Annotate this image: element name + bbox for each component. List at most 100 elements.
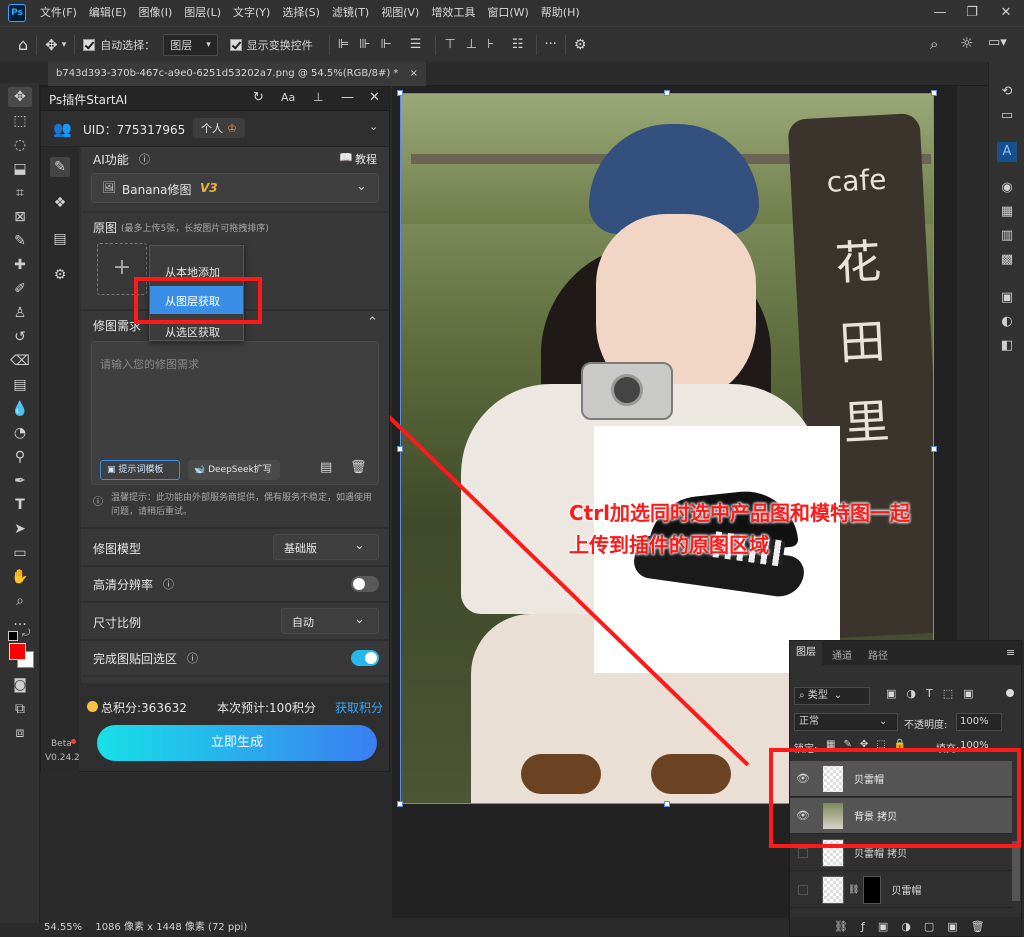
scroll-fade xyxy=(81,677,389,683)
layer-filter-icons[interactable]: ▣◑T⬚▣ xyxy=(886,687,984,700)
right-icon-bar: ⟲ ▭ A ◉ ▦ ▥ ▩ ▣ ◐ ◧ xyxy=(988,62,1024,640)
patterns-icon[interactable]: ▩ xyxy=(997,250,1017,270)
opacity-input[interactable]: 100% xyxy=(956,713,1002,731)
filter-toggle-icon[interactable] xyxy=(1006,689,1014,697)
generate-button[interactable]: 立即生成 xyxy=(97,725,377,761)
history-doc-icon[interactable]: ▤ xyxy=(320,460,332,475)
zoom-level[interactable]: 54.55% xyxy=(44,922,82,933)
paste-back-toggle[interactable] xyxy=(351,650,379,666)
color-icon[interactable]: ◉ xyxy=(997,178,1017,198)
blend-mode-dropdown[interactable]: 正常 ⌄ xyxy=(794,713,898,731)
model-dropdown[interactable]: 基础版 ⌄ xyxy=(273,534,379,560)
layers-footer-icons[interactable]: ⛓ƒ▣◑▢▣🗑 xyxy=(790,917,1021,936)
ratio-label: 尺寸比例 xyxy=(93,616,142,630)
layer-row[interactable]: ⛓ 贝雷帽 xyxy=(790,872,1012,908)
swatches-icon[interactable]: ▦ xyxy=(997,202,1017,222)
layers-stack-icon[interactable]: ❖ xyxy=(50,193,70,213)
menu-item-selection[interactable]: 从选区获取 xyxy=(165,324,220,340)
paste-back-label: 完成图贴回选区 xyxy=(93,652,178,666)
model-value: 基础版 xyxy=(284,542,317,555)
layers-scrollbar[interactable] xyxy=(1012,841,1020,901)
libraries-icon[interactable]: ▣ xyxy=(997,288,1017,308)
hd-toggle[interactable] xyxy=(351,576,379,592)
uid-label: UID：775317965 xyxy=(83,123,186,137)
beta-label: Beta xyxy=(51,739,72,749)
requirement-section: 修图需求 ⌃ 请输入您的修图需求 ▣ 提示词模板 🐋 DeepSeek扩写 ▤ … xyxy=(81,311,389,527)
clipboard-icon[interactable]: ▤ xyxy=(50,229,70,249)
document-dimensions: 1086 像素 x 1448 像素 (72 ppi) xyxy=(95,922,248,933)
version-label: V0.24.2 xyxy=(45,753,80,763)
ratio-dropdown[interactable]: 自动 ⌄ xyxy=(281,608,379,634)
ai-function-section: AI功能 ⓘ 📖 教程 🖼 Banana修图 V3 ⌄ xyxy=(81,147,389,211)
user-badge-label: 个人 xyxy=(201,122,223,135)
deepseek-button[interactable]: 🐋 DeepSeek扩写 xyxy=(188,460,280,480)
info-icon[interactable]: ⓘ xyxy=(187,650,198,666)
crown-icon: ♔ xyxy=(227,122,237,135)
source-label: 原图 xyxy=(93,221,118,235)
minimize-panel-icon[interactable]: — xyxy=(341,90,354,105)
ratio-value: 自动 xyxy=(292,616,314,629)
ratio-row: 尺寸比例 自动 ⌄ xyxy=(81,603,389,639)
user-row: 👥 UID：775317965 个人 ♔ ⌄ xyxy=(41,111,389,147)
panel-menu-icon[interactable]: ≡ xyxy=(1006,646,1015,659)
pin-icon[interactable]: ⊥ xyxy=(313,90,323,104)
ai-function-label: AI功能 xyxy=(93,153,129,167)
function-dropdown[interactable]: 🖼 Banana修图 V3 ⌄ xyxy=(91,173,379,203)
highlight-box xyxy=(134,277,262,324)
properties-icon[interactable]: ◧ xyxy=(997,336,1017,356)
function-value: Banana修图 xyxy=(122,183,192,197)
visibility-box[interactable] xyxy=(798,884,808,895)
function-version: V3 xyxy=(200,181,218,195)
prompt-template-button[interactable]: ▣ 提示词模板 xyxy=(100,460,180,480)
info-icon[interactable]: ⓘ xyxy=(163,576,174,592)
info-icon[interactable]: ⓘ xyxy=(139,151,150,167)
hd-row: 高清分辨率 ⓘ xyxy=(81,567,389,601)
plugin-title: Ps插件StartAI xyxy=(49,93,128,107)
user-badge[interactable]: 个人 ♔ xyxy=(193,118,245,138)
settings-gear-icon[interactable]: ⚙ xyxy=(50,265,70,285)
adjustments-icon[interactable]: ◐ xyxy=(997,312,1017,332)
layer-name: 贝雷帽 xyxy=(891,886,922,897)
coin-icon xyxy=(87,701,98,712)
highlight-box xyxy=(769,748,1021,848)
chevron-down-icon: ⌄ xyxy=(354,538,365,553)
plugin-header: Ps插件StartAI ↻ Aa ⊥ — ✕ xyxy=(41,87,389,111)
layer-mask-thumbnail xyxy=(863,875,882,904)
startai-plugin-icon[interactable]: A xyxy=(997,142,1017,162)
layer-filter-dropdown[interactable]: ⌕ 类型 ⌄ xyxy=(794,687,870,705)
toggle-knob xyxy=(365,652,377,664)
link-icon: ⛓ xyxy=(848,884,860,895)
deepseek-icon: 🐋 xyxy=(194,465,209,475)
tab-layers[interactable]: 图层 xyxy=(790,641,822,665)
hd-label: 高清分辨率 xyxy=(93,578,154,592)
deepseek-label: DeepSeek扩写 xyxy=(208,465,272,475)
chevron-up-icon[interactable]: ⌃ xyxy=(367,315,378,330)
layer-thumbnail xyxy=(822,875,844,904)
trash-icon[interactable]: 🗑 xyxy=(350,460,367,475)
foreground-color-swatch[interactable] xyxy=(9,643,26,660)
startai-plugin-panel: Ps插件StartAI ↻ Aa ⊥ — ✕ 👥 UID：775317965 个… xyxy=(40,86,390,773)
template-icon: ▣ xyxy=(107,465,119,475)
history-icon[interactable]: ⟲ xyxy=(997,82,1017,102)
font-size-icon[interactable]: Aa xyxy=(281,91,295,104)
visibility-box[interactable] xyxy=(798,847,808,858)
get-points-link[interactable]: 获取积分 xyxy=(335,699,383,716)
requirement-textarea[interactable]: 请输入您的修图需求 ▣ 提示词模板 🐋 DeepSeek扩写 ▤ 🗑 xyxy=(91,341,379,485)
tab-paths[interactable]: 路径 xyxy=(868,647,888,662)
gradients-icon[interactable]: ▥ xyxy=(997,226,1017,246)
toggle-knob xyxy=(353,578,365,590)
tab-channels[interactable]: 通道 xyxy=(832,647,852,662)
tutorial-link[interactable]: 教程 xyxy=(355,151,377,167)
plugin-footer: 总积分:363632 本次预计:100积分 获取积分 立即生成 xyxy=(81,687,389,771)
edit-icon[interactable]: ✎ xyxy=(50,157,70,177)
warning-text: 温馨提示：此功能由外部服务商提供，偶有服务不稳定，如遇使用问题，请稍后重试。 xyxy=(111,493,373,517)
chevron-down-icon[interactable]: ⌄ xyxy=(369,120,378,133)
user-group-icon: 👥 xyxy=(53,120,72,138)
plugin-sidebar: ✎ ❖ ▤ ⚙ Beta V0.24.2 xyxy=(41,147,80,773)
comments-icon[interactable]: ▭ xyxy=(997,106,1017,126)
beta-dot xyxy=(71,739,76,744)
close-panel-icon[interactable]: ✕ xyxy=(369,90,380,105)
requirement-placeholder: 请输入您的修图需求 xyxy=(100,358,199,371)
refresh-icon[interactable]: ↻ xyxy=(253,90,264,105)
chevron-down-icon: ⌄ xyxy=(833,690,843,701)
